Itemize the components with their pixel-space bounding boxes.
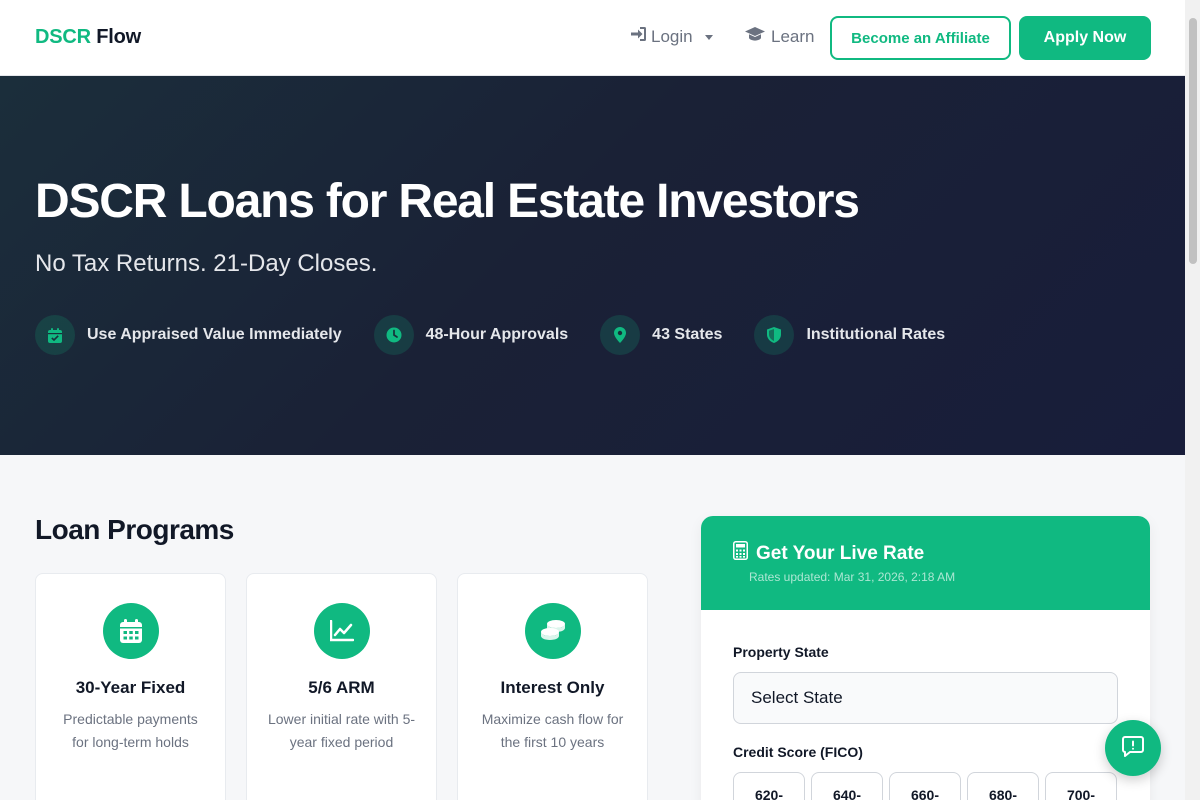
hero-title: DSCR Loans for Real Estate Investors	[35, 175, 860, 228]
feature-label: Institutional Rates	[806, 326, 946, 343]
top-navbar: DSCR Flow Login Learn Become an Affiliat…	[0, 0, 1185, 76]
coins-icon	[525, 603, 581, 659]
program-title: 5/6 ARM	[308, 678, 375, 697]
rate-panel-title-text: Get Your Live Rate	[756, 542, 925, 564]
program-card-30-year-fixed[interactable]: 30-Year Fixed Predictable payments for l…	[35, 573, 226, 800]
clock-icon	[373, 315, 414, 355]
graduation-cap-icon	[745, 26, 765, 47]
program-card-interest-only[interactable]: Interest Only Maximize cash flow for the…	[457, 573, 648, 800]
hero-features: Use Appraised Value Immediately 48-Hour …	[35, 315, 977, 355]
feature-appraised-value: Use Appraised Value Immediately	[35, 315, 342, 355]
apply-now-button[interactable]: Apply Now	[1019, 16, 1151, 60]
feature-approvals: 48-Hour Approvals	[373, 315, 569, 355]
hero-section: DSCR Loans for Real Estate Investors No …	[0, 76, 1185, 455]
calendar-icon	[103, 603, 159, 659]
chevron-down-icon	[704, 35, 713, 40]
live-rate-panel: Get Your Live Rate Rates updated: Mar 31…	[701, 516, 1150, 800]
brand-secondary: Flow	[90, 26, 141, 48]
fico-option[interactable]: 620-	[733, 772, 805, 800]
brand-primary: DSCR	[35, 26, 91, 48]
login-dropdown[interactable]: Login	[630, 26, 713, 47]
credit-score-label: Credit Score (FICO)	[733, 744, 863, 760]
page-scrollbar[interactable]	[1185, 0, 1200, 800]
property-state-select[interactable]: Select State	[733, 672, 1118, 724]
shield-icon	[754, 315, 795, 355]
program-description: Maximize cash flow for the first 10 year…	[481, 711, 624, 750]
chart-line-icon	[314, 603, 370, 659]
scrollbar-thumb[interactable]	[1189, 18, 1197, 264]
property-state-label: Property State	[733, 644, 829, 660]
fico-option[interactable]: 640-	[811, 772, 883, 800]
rate-panel-header: Get Your Live Rate Rates updated: Mar 31…	[701, 516, 1150, 610]
feature-states: 43 States	[600, 315, 722, 355]
learn-label: Learn	[771, 26, 815, 46]
login-label: Login	[651, 26, 693, 46]
program-description: Predictable payments for long-term holds	[63, 711, 198, 750]
fico-option[interactable]: 680-	[967, 772, 1039, 800]
program-card-arm[interactable]: 5/6 ARM Lower initial rate with 5-year f…	[246, 573, 437, 800]
learn-link[interactable]: Learn	[745, 26, 814, 47]
program-title: Interest Only	[500, 678, 605, 697]
map-pin-icon	[600, 315, 641, 355]
rates-updated-timestamp: Rates updated: Mar 31, 2026, 2:18 AM	[749, 570, 956, 584]
brand-logo[interactable]: DSCR Flow	[35, 26, 141, 49]
become-affiliate-button[interactable]: Become an Affiliate	[830, 16, 1011, 60]
feature-institutional-rates: Institutional Rates	[754, 315, 945, 355]
program-description: Lower initial rate with 5-year fixed per…	[267, 711, 416, 750]
rate-panel-title: Get Your Live Rate	[733, 541, 924, 566]
feature-label: 43 States	[652, 326, 723, 343]
fico-option[interactable]: 660-	[889, 772, 961, 800]
hero-subtitle: No Tax Returns. 21-Day Closes.	[35, 250, 378, 277]
feature-label: Use Appraised Value Immediately	[87, 326, 342, 343]
loan-programs-title: Loan Programs	[35, 514, 234, 545]
message-alert-icon	[1122, 735, 1144, 762]
program-title: 30-Year Fixed	[75, 678, 186, 697]
chat-button[interactable]	[1105, 720, 1161, 776]
fico-option[interactable]: 700-	[1045, 772, 1117, 800]
calendar-check-icon	[35, 315, 75, 355]
sign-in-icon	[630, 26, 647, 47]
calculator-icon	[733, 541, 748, 566]
feature-label: 48-Hour Approvals	[425, 326, 569, 343]
